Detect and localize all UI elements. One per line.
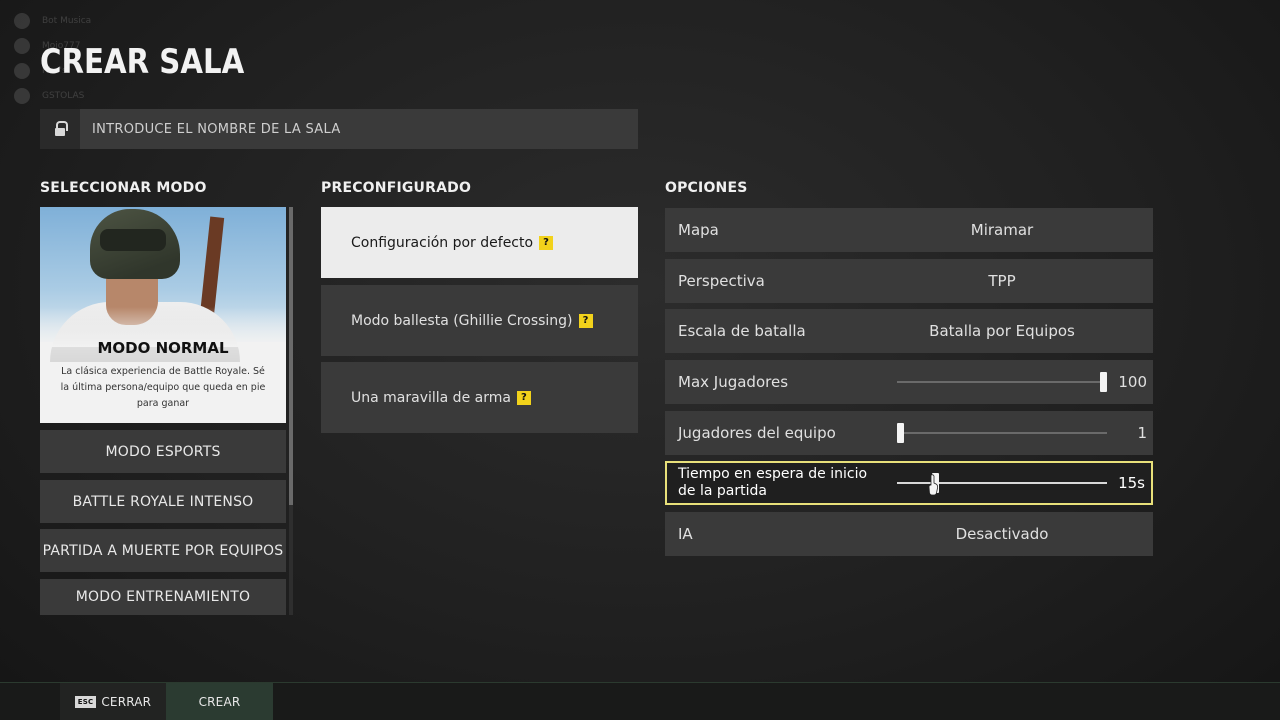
- preset-section-title: PRECONFIGURADO: [321, 180, 472, 196]
- option-label: Escala de batalla: [678, 322, 806, 340]
- option-value: TPP: [988, 272, 1016, 290]
- mouse-cursor-icon: [928, 474, 938, 496]
- team-players-slider-thumb[interactable]: [897, 423, 904, 443]
- mode-intense-button[interactable]: BATTLE ROYALE INTENSO: [40, 480, 286, 523]
- overlay-avatar-icon: [14, 12, 30, 29]
- option-wait-time[interactable]: Tiempo en espera de inicio de la partida…: [665, 461, 1153, 505]
- option-battle-scale[interactable]: Escala de batalla Batalla por Equipos: [665, 309, 1153, 353]
- page-title: CREAR SALA: [40, 42, 245, 82]
- option-perspective[interactable]: Perspectiva TPP: [665, 259, 1153, 303]
- max-players-slider[interactable]: [897, 381, 1107, 383]
- help-icon[interactable]: ?: [578, 313, 593, 328]
- option-value: 15s: [1118, 474, 1145, 492]
- close-label: CERRAR: [101, 694, 152, 709]
- room-name-input[interactable]: [92, 121, 612, 137]
- overlay-avatar-icon: [14, 62, 30, 79]
- option-map[interactable]: Mapa Miramar: [665, 208, 1153, 252]
- option-value: Desactivado: [955, 525, 1049, 543]
- max-players-slider-thumb[interactable]: [1100, 372, 1107, 392]
- mode-description: La clásica experiencia de Battle Royale.…: [60, 366, 266, 409]
- close-button[interactable]: ESC CERRAR: [60, 683, 166, 720]
- overlay-item: Bot Musica: [42, 15, 92, 26]
- mode-section-title: SELECCIONAR MODO: [40, 180, 207, 196]
- help-icon[interactable]: ?: [539, 235, 554, 250]
- preset-crossbow[interactable]: Modo ballesta (Ghillie Crossing) ?: [321, 285, 638, 356]
- overlay-avatar-icon: [14, 87, 30, 104]
- option-value: Batalla por Equipos: [929, 322, 1075, 340]
- mode-scrollbar-thumb[interactable]: [289, 207, 293, 505]
- option-max-players[interactable]: Max Jugadores 100: [665, 360, 1153, 404]
- mode-scrollbar-track[interactable]: [289, 505, 293, 615]
- mode-esports-button[interactable]: MODO ESPORTS: [40, 430, 286, 473]
- option-label: Jugadores del equipo: [678, 424, 836, 442]
- option-ai[interactable]: IA Desactivado: [665, 512, 1153, 556]
- option-label: Mapa: [678, 221, 719, 239]
- preset-weapon-wonder[interactable]: Una maravilla de arma ?: [321, 362, 638, 433]
- option-value: Miramar: [970, 221, 1034, 239]
- options-section-title: OPCIONES: [665, 180, 748, 196]
- preset-label: Una maravilla de arma: [351, 389, 511, 406]
- mode-card-normal[interactable]: MODO NORMAL La clásica experiencia de Ba…: [40, 207, 286, 423]
- mode-tdm-button[interactable]: PARTIDA A MUERTE POR EQUIPOS: [40, 529, 286, 572]
- preset-label: Modo ballesta (Ghillie Crossing): [351, 312, 573, 329]
- team-players-slider[interactable]: [897, 432, 1107, 434]
- option-team-players[interactable]: Jugadores del equipo 1: [665, 411, 1153, 455]
- overlay-avatar-icon: [14, 37, 30, 54]
- esc-key-icon: ESC: [74, 695, 97, 708]
- option-label: Tiempo en espera de inicio de la partida: [678, 466, 868, 499]
- preset-label: Configuración por defecto: [351, 234, 534, 251]
- mode-training-button[interactable]: MODO ENTRENAMIENTO: [40, 579, 286, 615]
- overlay-item: GSTOLAS: [42, 90, 85, 101]
- option-label: IA: [678, 525, 693, 543]
- lock-icon[interactable]: [40, 109, 80, 149]
- preset-default[interactable]: Configuración por defecto ?: [321, 207, 638, 278]
- mode-name: MODO NORMAL: [97, 339, 229, 357]
- option-label: Max Jugadores: [678, 373, 789, 391]
- option-label: Perspectiva: [678, 272, 765, 290]
- create-button[interactable]: CREAR: [166, 683, 273, 720]
- option-value: 100: [1118, 373, 1147, 391]
- room-name-field[interactable]: [40, 109, 638, 149]
- option-value: 1: [1137, 424, 1147, 442]
- help-icon[interactable]: ?: [516, 390, 531, 405]
